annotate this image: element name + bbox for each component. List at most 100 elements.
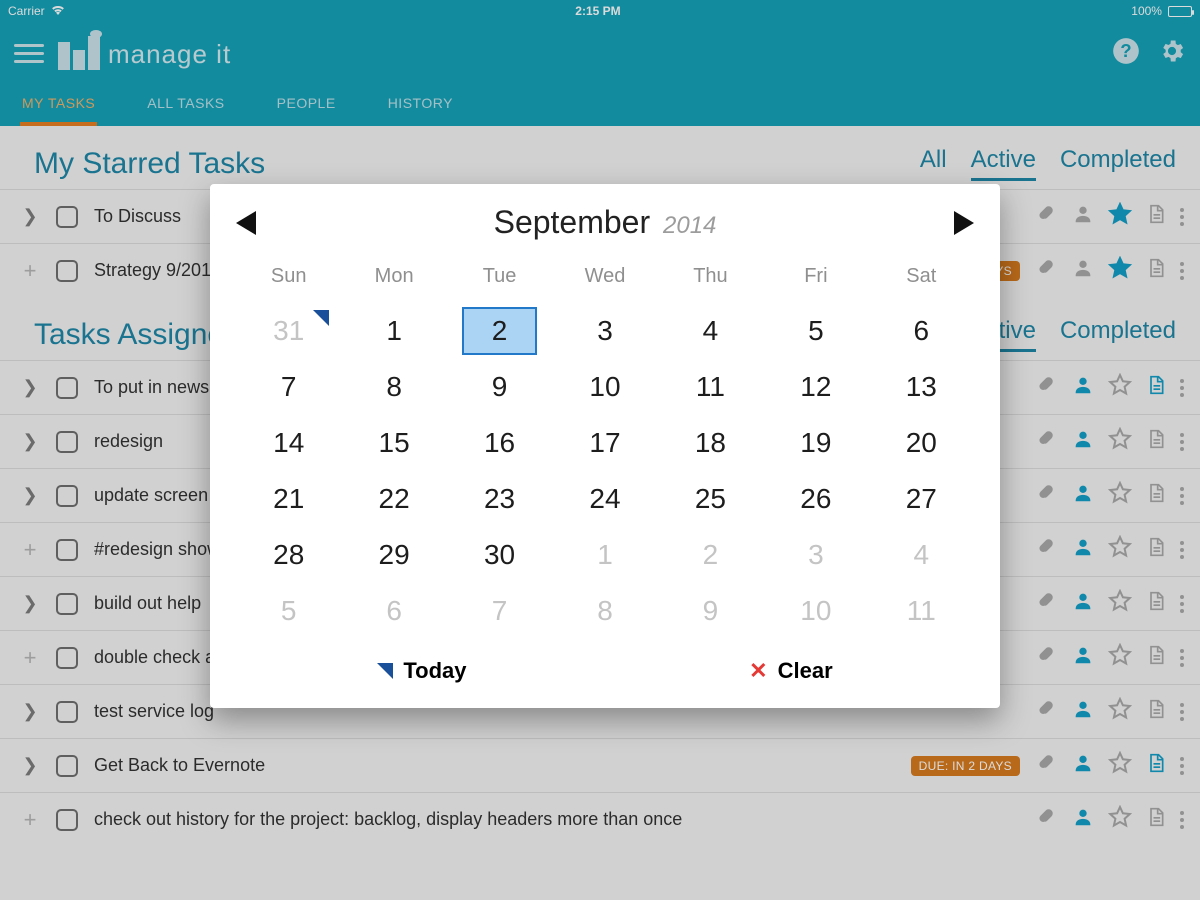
more-icon[interactable] <box>1180 262 1184 280</box>
notes-icon[interactable] <box>1146 590 1166 617</box>
tab-all-tasks[interactable]: ALL TASKS <box>145 84 226 126</box>
more-icon[interactable] <box>1180 379 1184 397</box>
expand-icon[interactable]: ❯ <box>20 431 40 452</box>
notes-icon[interactable] <box>1146 536 1166 563</box>
day-cell[interactable]: 28 <box>236 532 341 578</box>
notes-icon[interactable] <box>1146 698 1166 725</box>
day-cell[interactable]: 23 <box>447 476 552 522</box>
more-icon[interactable] <box>1180 208 1184 226</box>
notes-icon[interactable] <box>1146 482 1166 509</box>
star-icon[interactable] <box>1108 202 1132 231</box>
day-cell[interactable]: 15 <box>341 420 446 466</box>
day-cell[interactable]: 1 <box>341 308 446 354</box>
task-checkbox[interactable] <box>56 593 78 615</box>
task-checkbox[interactable] <box>56 755 78 777</box>
task-checkbox[interactable] <box>56 431 78 453</box>
day-cell[interactable]: 8 <box>552 588 657 634</box>
star-icon[interactable] <box>1108 697 1132 726</box>
day-cell[interactable]: 19 <box>763 420 868 466</box>
day-cell[interactable]: 3 <box>763 532 868 578</box>
task-row[interactable]: ❯ Get Back to EvernoteDUE: IN 2 DAYS <box>0 738 1200 792</box>
day-cell[interactable]: 27 <box>869 476 974 522</box>
day-cell[interactable]: 10 <box>552 364 657 410</box>
star-icon[interactable] <box>1108 589 1132 618</box>
day-cell[interactable]: 17 <box>552 420 657 466</box>
day-cell[interactable]: 7 <box>447 588 552 634</box>
assignee-icon[interactable] <box>1072 428 1094 455</box>
attachment-icon[interactable] <box>1036 806 1058 833</box>
menu-button[interactable] <box>14 44 44 63</box>
attachment-icon[interactable] <box>1036 590 1058 617</box>
day-cell[interactable]: 5 <box>236 588 341 634</box>
more-icon[interactable] <box>1180 649 1184 667</box>
filter-completed[interactable]: Completed <box>1060 317 1176 352</box>
more-icon[interactable] <box>1180 541 1184 559</box>
more-icon[interactable] <box>1180 433 1184 451</box>
star-icon[interactable] <box>1108 751 1132 780</box>
prev-month-button[interactable] <box>236 211 256 235</box>
expand-icon[interactable]: ❯ <box>20 485 40 506</box>
notes-icon[interactable] <box>1146 257 1166 284</box>
more-icon[interactable] <box>1180 487 1184 505</box>
day-cell[interactable]: 2 <box>447 308 552 354</box>
day-cell[interactable]: 25 <box>658 476 763 522</box>
task-checkbox[interactable] <box>56 206 78 228</box>
star-icon[interactable] <box>1108 481 1132 510</box>
filter-active[interactable]: Active <box>971 146 1036 181</box>
add-subtask-icon[interactable]: + <box>20 537 40 563</box>
star-icon[interactable] <box>1108 256 1132 285</box>
day-cell[interactable]: 18 <box>658 420 763 466</box>
assignee-icon[interactable] <box>1072 203 1094 230</box>
star-icon[interactable] <box>1108 427 1132 456</box>
day-cell[interactable]: 4 <box>658 308 763 354</box>
day-cell[interactable]: 4 <box>869 532 974 578</box>
day-cell[interactable]: 3 <box>552 308 657 354</box>
attachment-icon[interactable] <box>1036 203 1058 230</box>
day-cell[interactable]: 1 <box>552 532 657 578</box>
task-checkbox[interactable] <box>56 809 78 831</box>
task-checkbox[interactable] <box>56 701 78 723</box>
task-row[interactable]: + check out history for the project: bac… <box>0 792 1200 846</box>
day-cell[interactable]: 30 <box>447 532 552 578</box>
day-cell[interactable]: 5 <box>763 308 868 354</box>
day-cell[interactable]: 12 <box>763 364 868 410</box>
day-cell[interactable]: 10 <box>763 588 868 634</box>
day-cell[interactable]: 24 <box>552 476 657 522</box>
notes-icon[interactable] <box>1146 374 1166 401</box>
notes-icon[interactable] <box>1146 752 1166 779</box>
task-checkbox[interactable] <box>56 539 78 561</box>
day-cell[interactable]: 29 <box>341 532 446 578</box>
attachment-icon[interactable] <box>1036 536 1058 563</box>
day-cell[interactable]: 13 <box>869 364 974 410</box>
more-icon[interactable] <box>1180 811 1184 829</box>
filter-completed[interactable]: Completed <box>1060 146 1176 181</box>
expand-icon[interactable]: ❯ <box>20 206 40 227</box>
more-icon[interactable] <box>1180 595 1184 613</box>
notes-icon[interactable] <box>1146 644 1166 671</box>
task-checkbox[interactable] <box>56 377 78 399</box>
more-icon[interactable] <box>1180 703 1184 721</box>
assignee-icon[interactable] <box>1072 698 1094 725</box>
add-subtask-icon[interactable]: + <box>20 807 40 833</box>
day-cell[interactable]: 11 <box>658 364 763 410</box>
day-cell[interactable]: 14 <box>236 420 341 466</box>
day-cell[interactable]: 31 <box>236 308 341 354</box>
day-cell[interactable]: 16 <box>447 420 552 466</box>
add-subtask-icon[interactable]: + <box>20 258 40 284</box>
settings-icon[interactable] <box>1158 37 1186 70</box>
app-logo[interactable]: manage it <box>58 36 231 70</box>
day-cell[interactable]: 26 <box>763 476 868 522</box>
next-month-button[interactable] <box>954 211 974 235</box>
day-cell[interactable]: 2 <box>658 532 763 578</box>
expand-icon[interactable]: ❯ <box>20 377 40 398</box>
day-cell[interactable]: 6 <box>341 588 446 634</box>
assignee-icon[interactable] <box>1072 374 1094 401</box>
star-icon[interactable] <box>1108 805 1132 834</box>
day-cell[interactable]: 9 <box>658 588 763 634</box>
star-icon[interactable] <box>1108 643 1132 672</box>
tab-people[interactable]: PEOPLE <box>275 84 338 126</box>
day-cell[interactable]: 6 <box>869 308 974 354</box>
day-cell[interactable]: 20 <box>869 420 974 466</box>
attachment-icon[interactable] <box>1036 374 1058 401</box>
filter-all[interactable]: All <box>920 146 947 181</box>
